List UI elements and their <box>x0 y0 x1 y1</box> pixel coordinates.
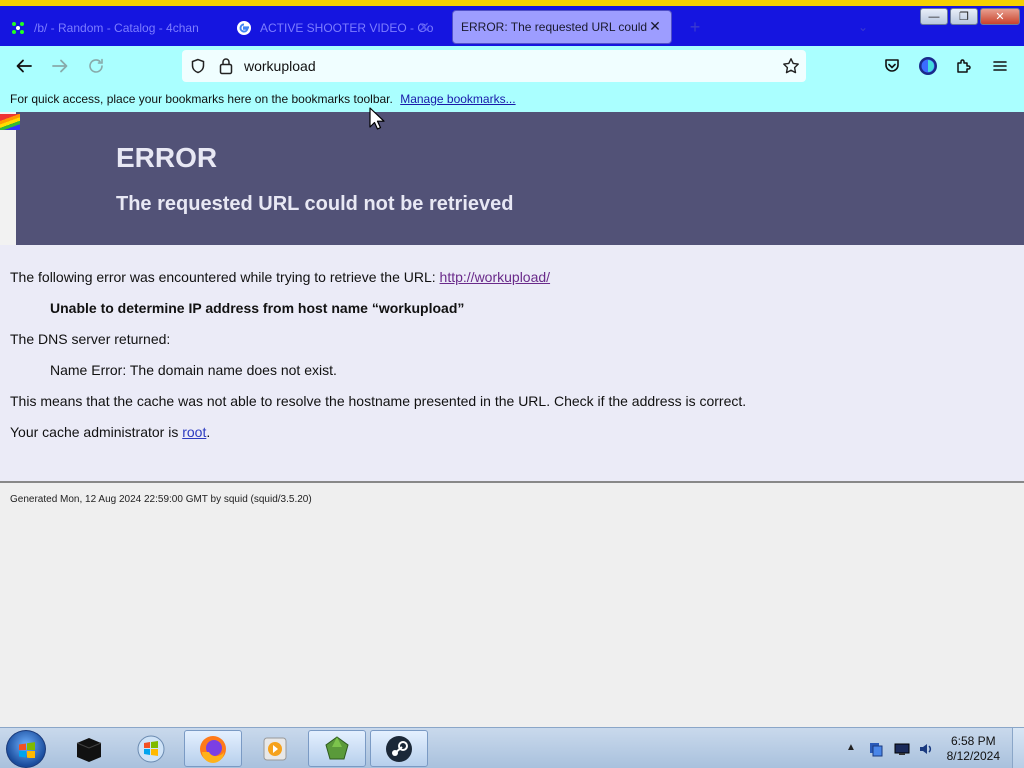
show-desktop-button[interactable] <box>1012 728 1024 768</box>
google-icon <box>236 20 252 36</box>
account-icon <box>919 57 937 75</box>
new-tab-button[interactable]: + <box>686 18 704 36</box>
hamburger-menu-icon <box>993 61 1007 71</box>
error-url-link[interactable]: http://workupload/ <box>440 269 551 285</box>
error-details: The following error was encountered whil… <box>0 245 1024 483</box>
manage-bookmarks-link[interactable]: Manage bookmarks... <box>400 92 515 106</box>
dns-result: Name Error: The domain name does not exi… <box>50 362 337 378</box>
close-window-button[interactable]: ✕ <box>980 8 1020 25</box>
admin-link[interactable]: root <box>182 424 206 440</box>
start-button[interactable] <box>6 730 46 768</box>
monitor-icon[interactable] <box>894 741 910 757</box>
pocket-icon <box>885 59 899 72</box>
url-text[interactable]: workupload <box>244 58 316 74</box>
star-icon[interactable] <box>782 57 800 75</box>
bookmarks-toolbar: For quick access, place your bookmarks h… <box>0 86 1024 112</box>
tab-4chan[interactable]: /b/ - Random - Catalog - 4chan <box>4 12 224 44</box>
windows-orb-icon <box>137 735 165 762</box>
maximize-button[interactable]: ❐ <box>950 8 978 25</box>
network-icon[interactable] <box>868 741 884 757</box>
arrow-left-icon <box>16 59 32 73</box>
clock-date: 8/12/2024 <box>946 749 1000 763</box>
error-header: ERROR The requested URL could not be ret… <box>0 112 1024 245</box>
reload-button[interactable] <box>84 54 108 78</box>
back-button[interactable] <box>12 54 36 78</box>
reload-icon <box>89 58 103 73</box>
page-subtitle: The requested URL could not be retrieved <box>116 193 514 215</box>
media-player-icon <box>263 737 287 760</box>
window-controls: — ❐ ✕ <box>920 8 1020 25</box>
bookmarks-hint: For quick access, place your bookmarks h… <box>10 92 393 106</box>
menu-button[interactable] <box>988 54 1012 78</box>
dns-label: The DNS server returned: <box>10 331 171 347</box>
system-tray: ▲ 6:58 PM 8/12/2024 <box>824 728 1024 768</box>
tab-title: /b/ - Random - Catalog - 4chan <box>34 21 199 35</box>
tab-strip: /b/ - Random - Catalog - 4chan ACTIVE SH… <box>0 0 1024 46</box>
error-detail-text: Unable to determine IP address from host… <box>50 300 465 316</box>
url-bar[interactable]: workupload <box>182 50 806 82</box>
error-detail: Unable to determine IP address from host… <box>50 300 464 316</box>
taskbar-app-media-player[interactable] <box>246 730 304 767</box>
clock-time: 6:58 PM <box>950 734 996 748</box>
minimize-button[interactable]: — <box>920 8 948 25</box>
account-button[interactable] <box>916 54 940 78</box>
admin-line: Your cache administrator is root. <box>10 424 210 440</box>
close-icon[interactable]: ✕ <box>647 18 663 34</box>
taskbar-clock[interactable]: 6:58 PM 8/12/2024 <box>947 734 1000 764</box>
tab-google-search[interactable]: ACTIVE SHOOTER VIDEO - Go ✕ <box>230 12 440 44</box>
forward-button[interactable] <box>48 54 72 78</box>
box-icon <box>76 737 102 762</box>
close-icon[interactable]: ✕ <box>416 19 432 35</box>
extensions-button[interactable] <box>952 54 976 78</box>
speaker-icon[interactable] <box>918 741 934 757</box>
green-gem-icon <box>325 735 349 759</box>
page-content: ERROR The requested URL could not be ret… <box>0 112 1024 727</box>
windows-logo-icon <box>19 742 35 758</box>
error-url-line: The following error was encountered whil… <box>10 269 550 285</box>
tab-error-active[interactable]: ERROR: The requested URL could n ✕ <box>452 10 672 44</box>
error-url-prefix: The following error was encountered whil… <box>10 269 440 285</box>
taskbar: ▲ 6:58 PM 8/12/2024 <box>0 727 1024 768</box>
tab-title: ACTIVE SHOOTER VIDEO - Go <box>260 21 434 35</box>
pocket-button[interactable] <box>880 54 904 78</box>
arrow-right-icon <box>52 59 68 73</box>
taskbar-app-game[interactable] <box>308 730 366 767</box>
shield-icon[interactable] <box>190 58 206 74</box>
taskbar-app-steam[interactable] <box>370 730 428 767</box>
sparkle-icon <box>10 20 26 36</box>
tab-title: ERROR: The requested URL could n <box>461 20 647 34</box>
navigation-toolbar: workupload <box>0 46 1024 86</box>
lock-icon[interactable] <box>218 57 234 75</box>
error-explanation: This means that the cache was not able t… <box>10 393 747 409</box>
mouse-cursor-icon <box>369 107 385 130</box>
chevron-down-icon[interactable]: ⌄ <box>858 20 872 34</box>
firefox-icon <box>200 735 226 763</box>
chevron-up-icon[interactable]: ▲ <box>846 742 862 758</box>
taskbar-app-windows[interactable] <box>122 730 180 767</box>
steam-icon <box>386 735 412 762</box>
taskbar-app-terminal[interactable] <box>60 730 118 767</box>
admin-prefix: Your cache administrator is <box>10 424 183 440</box>
page-title: ERROR <box>116 142 218 173</box>
flag-icon <box>0 114 20 130</box>
admin-suffix: . <box>206 424 211 440</box>
generated-footer: Generated Mon, 12 Aug 2024 22:59:00 GMT … <box>10 494 312 505</box>
puzzle-icon <box>957 59 971 73</box>
taskbar-app-firefox[interactable] <box>184 730 242 767</box>
